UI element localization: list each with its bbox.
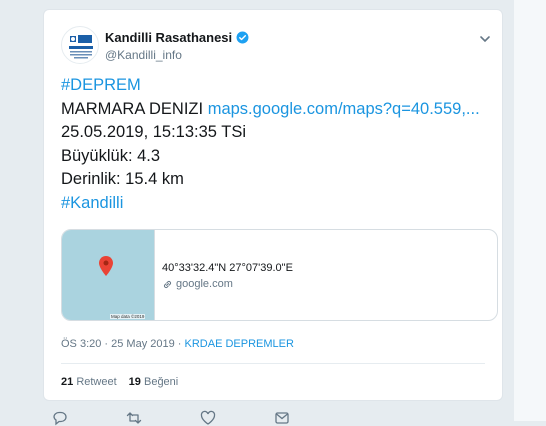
tweet-header: Kandilli Rasathanesi @Kandilli_info xyxy=(61,26,492,66)
tweet-text: #DEPREM MARMARA DENIZI maps.google.com/m… xyxy=(61,74,480,215)
location-text: MARMARA DENIZI xyxy=(61,99,204,118)
avatar[interactable] xyxy=(61,26,99,64)
retweet-stat[interactable]: 21 Retweet xyxy=(61,376,117,388)
right-background-panel xyxy=(514,0,546,421)
link-icon xyxy=(163,280,172,288)
retweet-label: Retweet xyxy=(76,376,117,388)
like-icon[interactable] xyxy=(200,410,216,426)
link-preview-card[interactable]: Map data ©2019 40°33'32.4"N 27°07'39.0"E… xyxy=(61,229,498,321)
map-thumbnail: Map data ©2019 xyxy=(62,230,155,320)
source-app-link[interactable]: KRDAE DEPREMLER xyxy=(185,338,294,350)
retweet-icon[interactable] xyxy=(126,410,142,426)
chevron-down-icon[interactable] xyxy=(478,32,492,46)
like-label: Beğeni xyxy=(143,376,179,388)
hashtag-kandilli[interactable]: #Kandilli xyxy=(61,194,123,212)
tweet-timestamp[interactable]: ÖS 3:20 · 25 May 2019 · xyxy=(61,338,185,350)
magnitude-text: Büyüklük: 4.3 xyxy=(61,146,161,165)
card-coordinates: 40°33'32.4"N 27°07'39.0"E xyxy=(162,262,293,274)
share-icon[interactable] xyxy=(274,410,290,426)
retweet-count: 21 xyxy=(61,376,74,388)
reply-icon[interactable] xyxy=(52,410,68,426)
depth-text: Derinlik: 15.4 km xyxy=(61,170,184,188)
display-name[interactable]: Kandilli Rasathanesi xyxy=(105,30,249,45)
card-domain: google.com xyxy=(162,278,233,290)
tweet-card: Kandilli Rasathanesi @Kandilli_info #DEP… xyxy=(43,9,503,402)
like-stat[interactable]: 19 Beğeni xyxy=(129,376,179,388)
like-count: 19 xyxy=(128,376,141,388)
maps-link[interactable]: maps.google.com/maps?q=40.559,... xyxy=(208,100,480,118)
card-domain-text: google.com xyxy=(176,278,233,290)
divider xyxy=(61,401,485,402)
display-name-text[interactable]: Kandilli Rasathanesi xyxy=(105,30,232,45)
tweet-stats: 21 Retweet 19 Beğeni xyxy=(61,376,178,388)
author-names: Kandilli Rasathanesi @Kandilli_info xyxy=(105,30,249,62)
hashtag-deprem[interactable]: #DEPREM xyxy=(61,76,141,94)
divider xyxy=(61,363,485,364)
datetime-text: 25.05.2019, 15:13:35 TSi xyxy=(61,123,247,141)
tweet-meta: ÖS 3:20 · 25 May 2019 · KRDAE DEPREMLER xyxy=(61,338,294,350)
verified-icon xyxy=(236,31,249,44)
author-handle[interactable]: @Kandilli_info xyxy=(105,48,249,62)
tweet-actions xyxy=(52,410,290,426)
map-pin-icon xyxy=(99,256,113,276)
map-attribution: Map data ©2019 xyxy=(110,314,146,319)
